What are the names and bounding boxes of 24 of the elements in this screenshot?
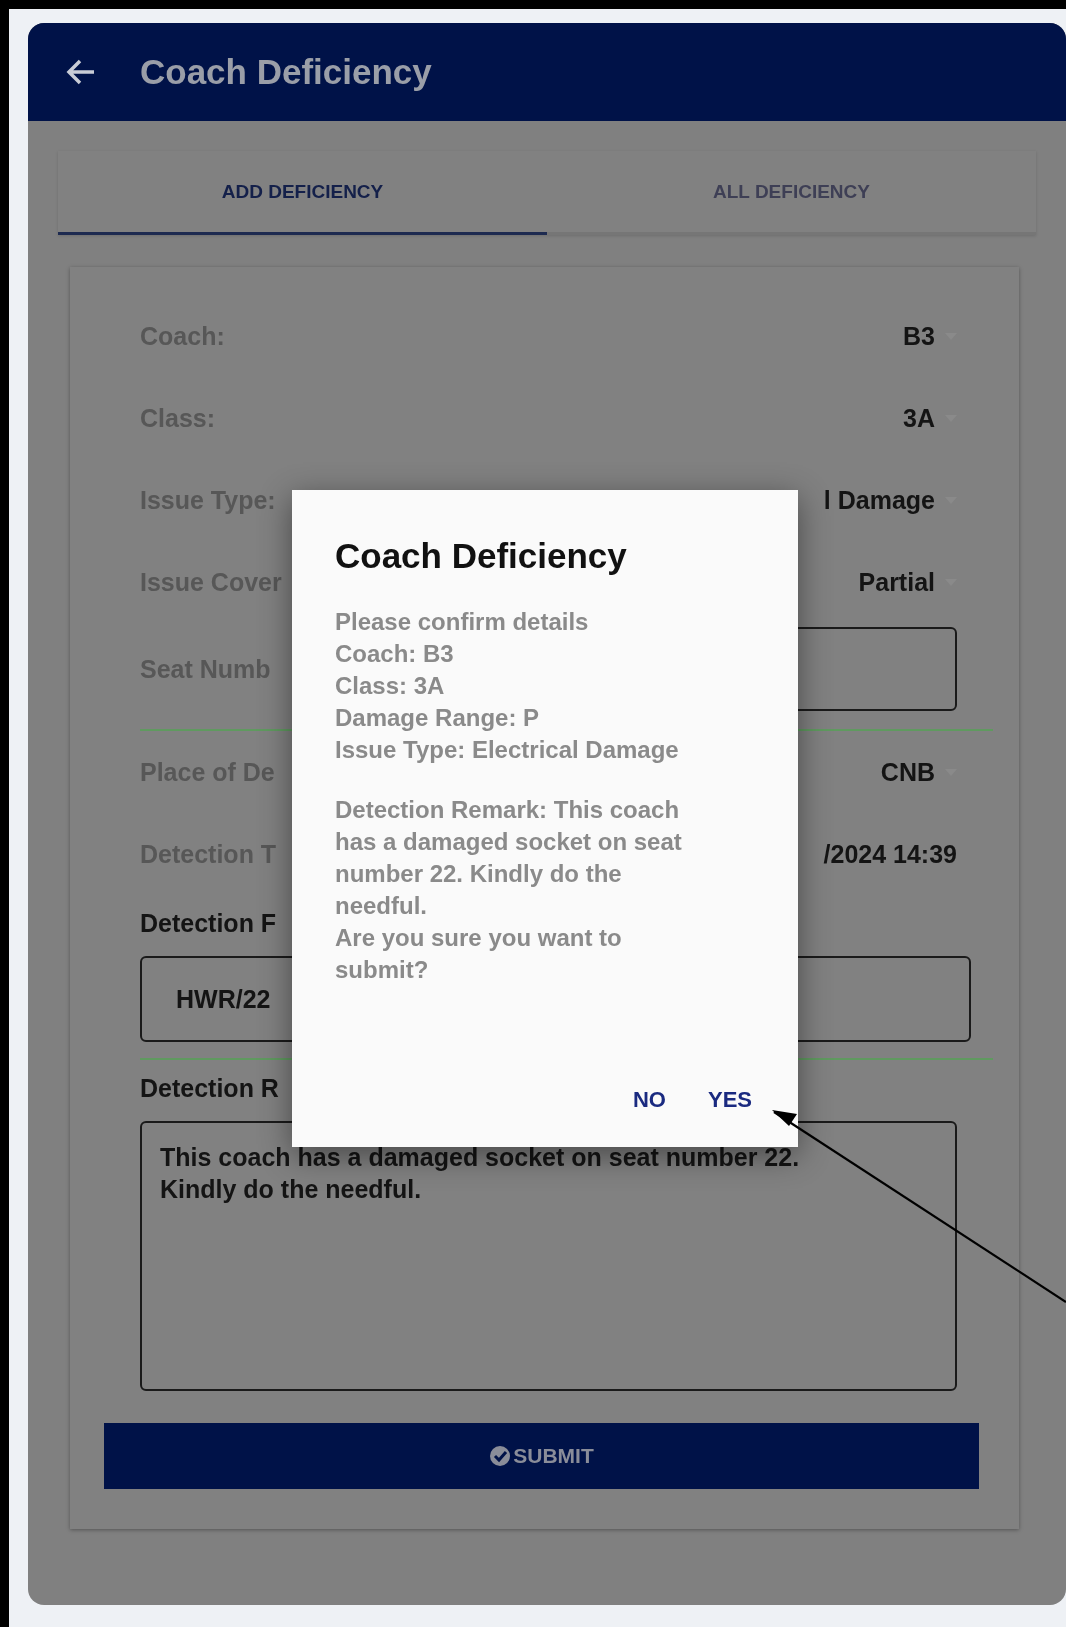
dropdown-value[interactable]: Partial [858, 567, 935, 597]
field-label: Detection F [140, 909, 277, 938]
dialog-text: Class: 3A [335, 671, 446, 701]
dialog-title: Coach Deficiency [335, 536, 628, 576]
field-value: /2024 14:39 [823, 839, 957, 869]
dialog-button[interactable]: NO [626, 1083, 672, 1117]
dialog-text: Are you sure you want to submit? [335, 923, 623, 985]
dialog-button[interactable]: YES [701, 1083, 758, 1117]
tab[interactable]: ALL DEFICIENCY [547, 151, 1036, 235]
dialog-text: Coach: B3 [335, 639, 455, 669]
dropdown-value[interactable]: l Damage [823, 485, 935, 515]
dropdown-value[interactable]: 3A [903, 403, 935, 433]
submit-button[interactable]: SUBMIT [104, 1423, 979, 1489]
field-label: Detection R [140, 1074, 279, 1103]
dialog-text: Issue Type: Electrical Damage [335, 735, 680, 765]
dropdown-value[interactable]: B3 [903, 321, 935, 351]
tab[interactable]: ADD DEFICIENCY [58, 151, 547, 235]
page-title: Coach Deficiency [140, 52, 432, 92]
dialog-text: Detection Remark: This coach has a damaged socket on seat number 22. Kindly do the needful. [335, 795, 683, 921]
dropdown-value[interactable]: CNB [880, 757, 935, 787]
dialog-text: Please confirm details [335, 607, 590, 637]
check-circle-icon [489, 1445, 512, 1467]
back-arrow-icon[interactable] [66, 59, 96, 85]
dialog-text: Damage Range: P [335, 703, 541, 733]
